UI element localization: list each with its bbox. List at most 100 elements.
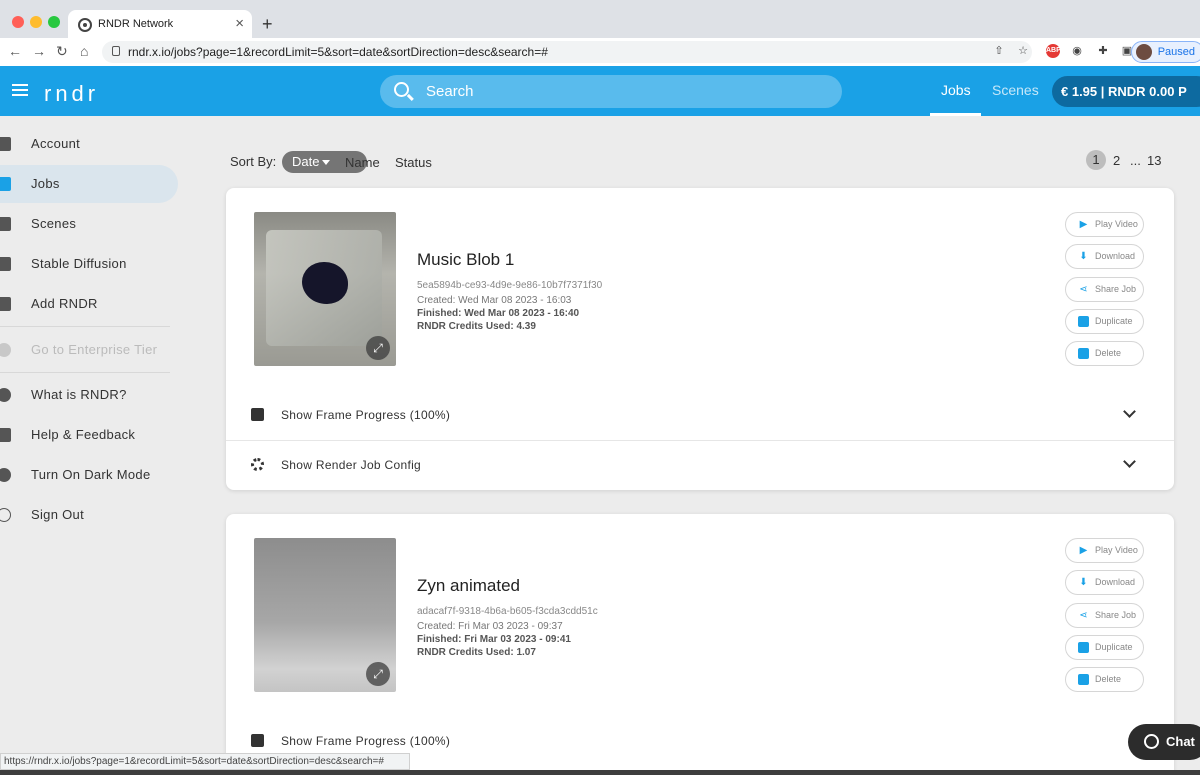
duplicate-button[interactable]: Duplicate: [1065, 309, 1144, 334]
share-job-button[interactable]: ⋖ Share Job: [1065, 603, 1144, 628]
search-box[interactable]: [380, 75, 842, 108]
sort-label: Sort By:: [230, 154, 277, 169]
trash-icon: [1078, 348, 1089, 359]
duplicate-button[interactable]: Duplicate: [1065, 635, 1144, 660]
account-icon: [0, 137, 11, 151]
adblock-icon[interactable]: ABP: [1046, 44, 1061, 58]
app-header: rndr Jobs Scenes € 1.95 | RNDR 0.00 P: [0, 66, 1200, 116]
job-card: ⤢ Music Blob 1 5ea5894b-ce93-4d9e-9e86-1…: [226, 188, 1174, 490]
feedback-icon: [0, 428, 11, 442]
chat-button[interactable]: Chat: [1128, 724, 1200, 760]
download-icon: ⬇: [1079, 251, 1088, 262]
chat-bubble-icon: [1144, 734, 1159, 749]
chevron-down-icon: [1123, 405, 1136, 418]
sign-out-icon: [0, 508, 11, 522]
download-button[interactable]: ⬇ Download: [1065, 244, 1144, 269]
forward-icon[interactable]: →: [32, 43, 46, 59]
sidebar-divider: [0, 326, 170, 327]
balance-button[interactable]: € 1.95 | RNDR 0.00 P: [1052, 76, 1200, 107]
rndr-logo[interactable]: rndr: [44, 81, 99, 107]
job-id: adacaf7f-9318-4b6a-b605-f3cda3cdd51c: [417, 606, 598, 617]
render-config-expander[interactable]: Show Render Job Config: [226, 440, 1174, 490]
globe-icon: [0, 343, 11, 357]
bar-chart-icon: [251, 408, 264, 421]
download-button[interactable]: ⬇ Download: [1065, 570, 1144, 595]
frame-progress-expander[interactable]: Show Frame Progress (100%): [226, 390, 1174, 440]
frame-progress-label: Show Frame Progress (100%): [281, 734, 451, 748]
play-icon: ▶: [1079, 545, 1088, 556]
job-credits: RNDR Credits Used: 1.07: [417, 647, 536, 658]
sidebar-item-label: Stable Diffusion: [31, 256, 127, 271]
url-bar[interactable]: rndr.x.io/jobs?page=1&recordLimit=5&sort…: [102, 41, 1032, 63]
info-icon: [0, 388, 11, 402]
page-2[interactable]: 2: [1113, 153, 1120, 168]
sidebar-item-label: Jobs: [31, 176, 60, 191]
job-thumbnail[interactable]: ⤢: [254, 538, 396, 692]
fullscreen-icon[interactable]: ⤢: [366, 662, 390, 686]
share-job-button[interactable]: ⋖ Share Job: [1065, 277, 1144, 302]
maximize-window-button[interactable]: [48, 16, 60, 28]
close-window-button[interactable]: [12, 16, 24, 28]
brightness-icon: [0, 468, 11, 482]
share-page-icon[interactable]: ⇧: [992, 44, 1006, 58]
page-13[interactable]: 13: [1147, 153, 1161, 168]
delete-button[interactable]: Delete: [1065, 341, 1144, 366]
sidebar-item-scenes[interactable]: Scenes: [0, 205, 178, 243]
sidebar-item-account[interactable]: Account: [0, 125, 178, 163]
sidebar-item-stable-diffusion[interactable]: Stable Diffusion: [0, 245, 178, 283]
page-ellipsis: ...: [1130, 153, 1141, 168]
sidebar-item-label: Account: [31, 136, 81, 151]
browser-tab[interactable]: RNDR Network ×: [68, 10, 252, 40]
tab-close-icon[interactable]: ×: [235, 15, 244, 32]
job-thumbnail[interactable]: ⤢: [254, 212, 396, 366]
sidebar-item-label: Go to Enterprise Tier: [31, 342, 158, 357]
home-icon[interactable]: ⌂: [80, 43, 88, 59]
sidebar-item-sign-out[interactable]: Sign Out: [0, 496, 178, 534]
job-id: 5ea5894b-ce93-4d9e-9e86-10b7f7371f30: [417, 280, 603, 291]
nav-scenes[interactable]: Scenes: [992, 82, 1039, 98]
job-credits: RNDR Credits Used: 4.39: [417, 321, 536, 332]
sidebar-item-dark-mode[interactable]: Turn On Dark Mode: [0, 456, 178, 494]
incognito-extension-icon[interactable]: ◉: [1070, 44, 1084, 58]
link-status-bar: https://rndr.x.io/jobs?page=1&recordLimi…: [0, 753, 410, 770]
chevron-down-icon: [1123, 455, 1136, 468]
reload-icon[interactable]: ↻: [56, 43, 68, 60]
share-icon: ⋖: [1079, 284, 1088, 295]
trash-icon: [1078, 674, 1089, 685]
job-finished: Finished: Fri Mar 03 2023 - 09:41: [417, 634, 571, 645]
play-video-button[interactable]: ▶ Play Video: [1065, 212, 1144, 237]
search-icon: [394, 82, 409, 97]
nav-jobs[interactable]: Jobs: [941, 82, 971, 98]
sidebar-item-what-is-rndr[interactable]: What is RNDR?: [0, 376, 178, 414]
clapperboard-icon: [0, 217, 11, 231]
play-icon: ▶: [1079, 219, 1088, 230]
minimize-window-button[interactable]: [30, 16, 42, 28]
duplicate-icon: [1078, 316, 1089, 327]
fullscreen-icon[interactable]: ⤢: [366, 336, 390, 360]
sort-name-option[interactable]: Name: [345, 155, 380, 170]
play-video-button[interactable]: ▶ Play Video: [1065, 538, 1144, 563]
delete-button[interactable]: Delete: [1065, 667, 1144, 692]
caret-down-icon: [322, 160, 330, 165]
back-icon[interactable]: ←: [8, 43, 22, 59]
sidebar: Account Jobs Scenes Stable Diffusion Add…: [0, 116, 190, 775]
sidebar-item-label: What is RNDR?: [31, 387, 127, 402]
download-icon: ⬇: [1079, 577, 1088, 588]
job-card: ⤢ Zyn animated adacaf7f-9318-4b6a-b605-f…: [226, 514, 1174, 775]
page-1[interactable]: 1: [1086, 150, 1106, 170]
profile-button[interactable]: Paused: [1130, 41, 1200, 63]
sidebar-item-help[interactable]: Help & Feedback: [0, 416, 178, 454]
menu-icon[interactable]: [12, 84, 28, 98]
search-input[interactable]: [426, 75, 826, 108]
tab-bar: RNDR Network × +: [0, 6, 1200, 40]
bar-chart-icon: [251, 734, 264, 747]
bookmark-star-icon[interactable]: ☆: [1016, 44, 1030, 58]
active-tab-indicator: [930, 113, 981, 116]
sidebar-item-add-rndr[interactable]: Add RNDR: [0, 285, 178, 323]
job-created: Created: Wed Mar 08 2023 - 16:03: [417, 295, 572, 306]
sidebar-item-jobs[interactable]: Jobs: [0, 165, 178, 203]
extensions-puzzle-icon[interactable]: ✚: [1096, 44, 1110, 58]
profile-status: Paused: [1157, 46, 1195, 58]
sort-status-option[interactable]: Status: [395, 155, 432, 170]
new-tab-button[interactable]: +: [262, 14, 273, 35]
